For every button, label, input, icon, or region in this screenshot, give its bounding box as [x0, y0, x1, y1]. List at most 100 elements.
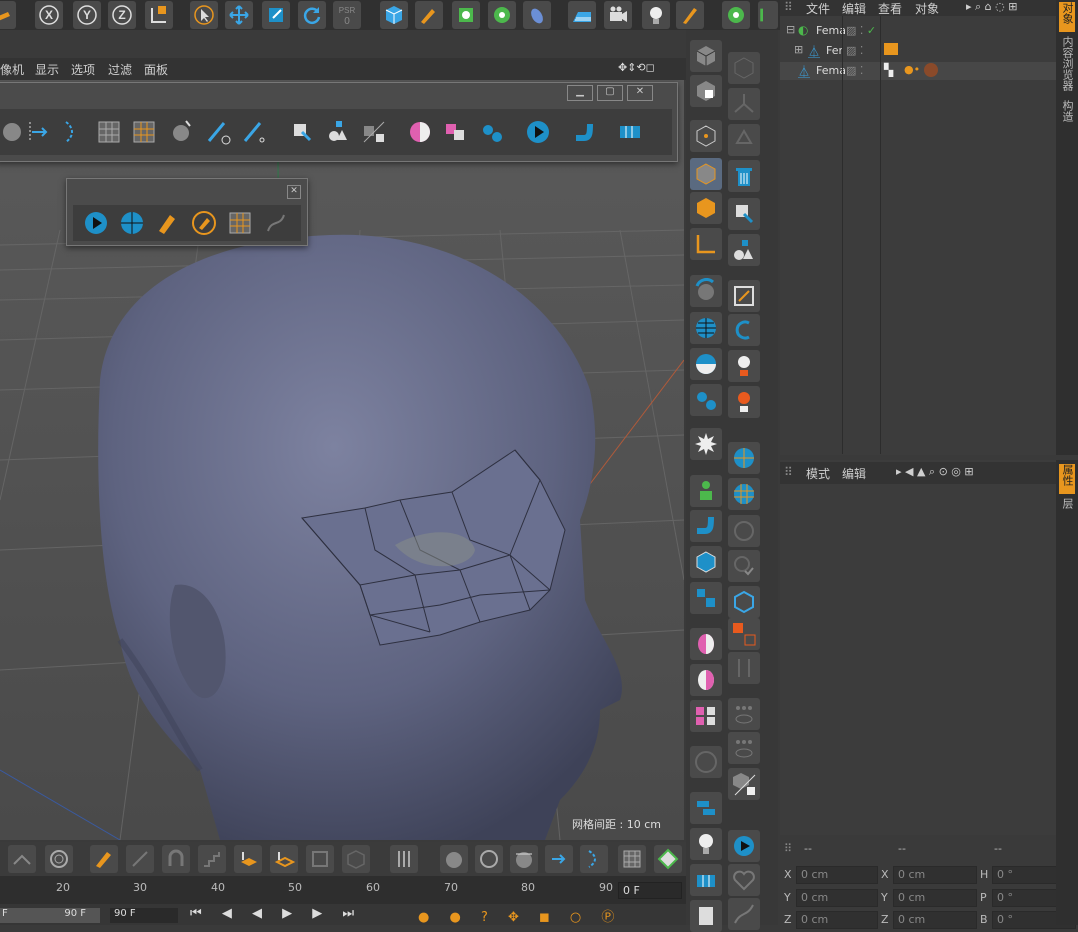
close-button[interactable]: ✕ — [627, 85, 653, 101]
model-mode-icon[interactable] — [690, 40, 722, 72]
cube-icon[interactable] — [380, 1, 408, 29]
end-frame-slider[interactable]: F 90 F — [0, 908, 100, 923]
spline-disabled-icon[interactable] — [259, 207, 293, 239]
psr-icon[interactable]: PSR 0 — [333, 1, 361, 29]
sphere-grid-icon[interactable] — [728, 442, 760, 474]
bone-light-icon[interactable] — [728, 350, 760, 382]
deformer-icon[interactable] — [523, 1, 551, 29]
splat-icon[interactable] — [690, 428, 722, 460]
y-axis-button[interactable]: Y — [73, 1, 101, 29]
light-icon[interactable] — [642, 1, 670, 29]
3d-viewport[interactable]: ▁ ▢ ✕ ✕ 网格间距: 10 cm — [0, 80, 684, 840]
bone-orange-icon[interactable] — [728, 386, 760, 418]
axis-disabled-icon[interactable] — [728, 88, 760, 120]
attribute-tools-icons[interactable]: ▸ ◀ ▲ ⌕ ⊙ ◎ ⊞ — [896, 465, 974, 479]
position-y-field[interactable]: 0 cm — [796, 889, 878, 907]
metaball-icon[interactable] — [690, 384, 722, 416]
position-x-field[interactable]: 0 cm — [796, 866, 878, 884]
pink-cubes-icon[interactable] — [690, 700, 722, 732]
diamond-icon[interactable] — [654, 845, 682, 873]
material-ball-icon[interactable] — [924, 63, 938, 77]
tab-structure[interactable]: 构造 — [1059, 100, 1078, 125]
cubes-pink-icon[interactable] — [439, 116, 473, 148]
restore-button[interactable]: ▢ — [597, 85, 623, 101]
dots-eye-icon[interactable] — [728, 698, 760, 730]
orange-grid-icon[interactable] — [728, 618, 760, 650]
tab-objects[interactable]: 对象 — [1059, 2, 1075, 32]
tab-layers[interactable]: 层 — [1059, 498, 1075, 512]
expand-icon[interactable]: ⊟ — [786, 23, 795, 36]
sphere-disabled-icon[interactable] — [728, 515, 760, 547]
texture-tag-icon[interactable] — [357, 116, 391, 148]
grid-sphere-icon[interactable] — [690, 312, 722, 344]
bend-icon[interactable] — [8, 845, 36, 873]
expand-icon[interactable]: ⊞ — [794, 43, 803, 56]
material-manager-icon[interactable] — [728, 234, 760, 266]
pen-icon[interactable] — [415, 1, 443, 29]
size-x-field[interactable]: 0 cm — [893, 866, 977, 884]
magnet-icon[interactable] — [162, 845, 190, 873]
menu-mode[interactable]: 模式 — [806, 465, 830, 482]
checker-tag-icon[interactable]: ▚ — [884, 63, 893, 77]
transport-buttons[interactable]: ⏮ ◀ ◀ ▶ ▶ ⏭ — [190, 906, 362, 921]
pink-half-2-icon[interactable] — [690, 664, 722, 696]
menu-file[interactable]: 文件 — [806, 0, 830, 17]
blocks-blue-icon[interactable] — [613, 116, 647, 148]
camera-icon[interactable] — [604, 1, 632, 29]
drag-handle-icon[interactable]: ⠿ — [784, 0, 793, 14]
extra-icon[interactable] — [758, 1, 778, 29]
tag-icon[interactable] — [884, 43, 898, 55]
checked-disabled-icon[interactable] — [728, 550, 760, 582]
paint-tool-icon[interactable] — [676, 1, 704, 29]
grid-small-icon[interactable] — [223, 207, 257, 239]
play-icon[interactable] — [521, 116, 555, 148]
size-z-field[interactable]: 0 cm — [893, 911, 977, 929]
polygons-mode-icon[interactable] — [690, 192, 722, 224]
visibility-toggle-icon[interactable]: ▨ ⁚ — [846, 44, 863, 57]
current-frame-field[interactable]: 0 F — [618, 882, 682, 899]
extrude-inner-icon[interactable] — [270, 845, 298, 873]
manager-tools-icons[interactable]: ▸ ⌕ ⌂ ◌ ⊞ — [966, 0, 1017, 14]
scale-icon[interactable] — [262, 1, 290, 29]
globe-disabled-icon[interactable] — [690, 746, 722, 778]
tool-icon[interactable] — [0, 1, 16, 29]
bridge-icon[interactable] — [55, 116, 89, 148]
points-mode-icon[interactable] — [690, 120, 722, 152]
weld-icon[interactable] — [390, 845, 418, 873]
play-small-icon[interactable] — [79, 207, 113, 239]
render-region-icon[interactable] — [285, 116, 319, 148]
edges-mode-icon[interactable] — [690, 158, 722, 190]
pink-half-icon[interactable] — [690, 628, 722, 660]
minimize-button[interactable]: ▁ — [567, 85, 593, 101]
position-z-field[interactable]: 0 cm — [796, 911, 878, 929]
render-view-icon[interactable] — [728, 198, 760, 230]
coordinate-system-icon[interactable] — [145, 1, 173, 29]
globe-icon[interactable] — [115, 207, 149, 239]
object-row-selected[interactable]: ⏅ Fema ▨ ⁚ ▚ ●• — [780, 62, 1056, 80]
floor-icon[interactable] — [568, 1, 596, 29]
close-small-button[interactable]: ✕ — [287, 185, 301, 199]
axis-mode-icon[interactable] — [690, 228, 722, 260]
sphere-point-icon[interactable] — [440, 845, 468, 873]
object-row[interactable]: ⊞ ⏅ Fer ▨ ⁚ — [780, 42, 1056, 60]
menu-view[interactable]: 查看 — [878, 0, 902, 17]
menu-panel[interactable]: 面板 — [144, 61, 168, 78]
scale-disabled-icon[interactable] — [728, 52, 760, 84]
doc-icon[interactable] — [690, 900, 722, 932]
trash-icon[interactable] — [728, 160, 760, 192]
loop-cut-icon[interactable] — [23, 116, 57, 148]
knife-sphere-icon[interactable] — [165, 116, 199, 148]
menu-options[interactable]: 选项 — [71, 61, 95, 78]
select-arrow-icon[interactable] — [190, 1, 218, 29]
pen-small-icon[interactable] — [151, 207, 185, 239]
spline-c-icon[interactable] — [728, 314, 760, 346]
dots-eye-2-icon[interactable] — [728, 732, 760, 764]
bridge-small-icon[interactable] — [580, 845, 608, 873]
menu-edit[interactable]: 编辑 — [842, 465, 866, 482]
view-nav-icons[interactable]: ✥⇕⟲◻ — [618, 61, 655, 74]
arrows-disabled-icon[interactable] — [728, 652, 760, 684]
visibility-toggle-icon[interactable]: ▨ ⁚ — [846, 64, 863, 77]
cube-outline-icon[interactable] — [690, 546, 722, 578]
material-icon[interactable] — [321, 116, 355, 148]
tab-content-browser[interactable]: 内容浏览器 — [1059, 36, 1078, 94]
